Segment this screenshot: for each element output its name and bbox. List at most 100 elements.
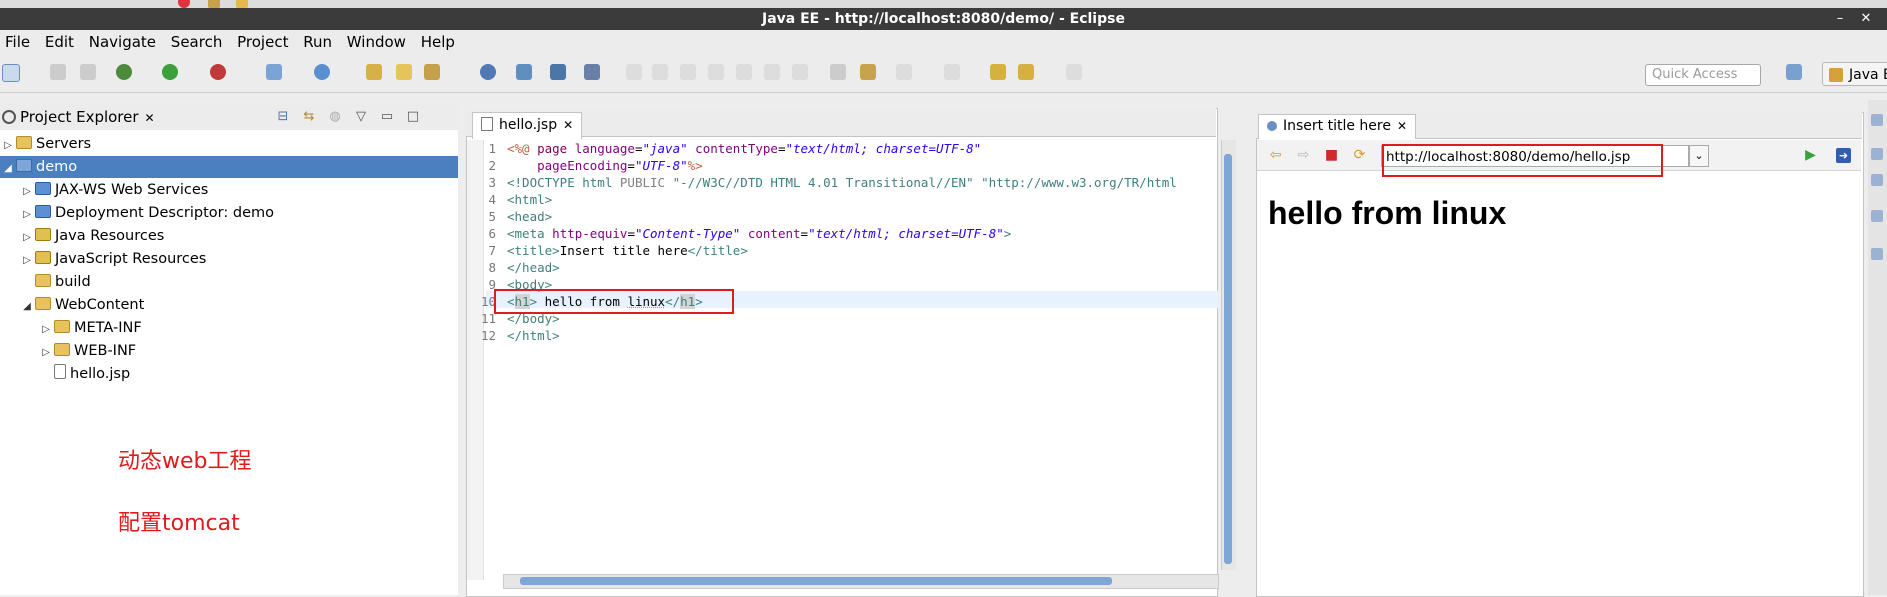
- open-type-icon[interactable]: [366, 64, 382, 80]
- filter-icon[interactable]: ◍: [322, 109, 348, 124]
- folder-icon: [54, 320, 70, 333]
- collapse-all-icon[interactable]: ⊟: [270, 109, 296, 124]
- tree-item-label: Servers: [36, 136, 92, 152]
- pin-icon[interactable]: [584, 64, 600, 80]
- save-icon[interactable]: [50, 64, 66, 80]
- forward-icon[interactable]: ⇨: [1296, 148, 1311, 163]
- menu-search[interactable]: Search: [166, 30, 228, 54]
- last-edit-icon[interactable]: [990, 64, 1006, 80]
- minimize-view-icon[interactable]: ▭: [374, 109, 400, 124]
- code-line-6[interactable]: <meta http-equiv="Content-Type" content=…: [507, 226, 1011, 241]
- new-icon[interactable]: [2, 64, 20, 82]
- editor-vertical-scroll-thumb[interactable]: [1224, 154, 1232, 564]
- editor-horizontal-scroll-thumb[interactable]: [520, 577, 1112, 585]
- refresh-icon[interactable]: ⟳: [1352, 148, 1367, 163]
- tree-item[interactable]: hello.jsp: [0, 363, 458, 385]
- open-external-browser-icon[interactable]: ➜: [1836, 148, 1851, 163]
- tree-item[interactable]: ◢ demo: [0, 156, 458, 178]
- code-line-2[interactable]: pageEncoding="UTF-8"%>: [507, 158, 703, 173]
- annotation-configure-tomcat: 配置tomcat: [118, 511, 240, 536]
- tab-insert-title-here[interactable]: Insert title here ✕: [1258, 114, 1417, 139]
- menu-bar: File Edit Navigate Search Project Run Wi…: [0, 30, 1887, 54]
- toggle-mark-icon[interactable]: [830, 64, 846, 80]
- disabled-tool-icon: [708, 64, 724, 80]
- console-view-icon[interactable]: [1871, 248, 1883, 260]
- folder-icon: [35, 274, 51, 287]
- restore-icon[interactable]: [1871, 114, 1883, 126]
- collapsed-arrow-icon[interactable]: ▷: [21, 227, 33, 249]
- folder-icon: [16, 136, 32, 149]
- save-all-icon[interactable]: [80, 64, 96, 80]
- tree-item[interactable]: build: [0, 271, 458, 293]
- menu-edit[interactable]: Edit: [40, 30, 79, 54]
- collapsed-arrow-icon[interactable]: ▷: [40, 342, 52, 364]
- go-icon[interactable]: ▶: [1803, 148, 1818, 163]
- expanded-arrow-icon[interactable]: ◢: [2, 158, 14, 180]
- collapsed-arrow-icon[interactable]: ▷: [21, 250, 33, 272]
- code-line-3[interactable]: <!DOCTYPE html PUBLIC "-//W3C//DTD HTML …: [507, 175, 1177, 190]
- task-list-icon[interactable]: [1871, 174, 1883, 186]
- code-line-4[interactable]: <html>: [507, 192, 552, 207]
- open-console-icon[interactable]: [550, 64, 566, 80]
- link-editor-icon[interactable]: ⇆: [296, 109, 322, 124]
- code-line-1[interactable]: <%@ page language="java" contentType="te…: [507, 141, 981, 156]
- quick-access-input[interactable]: Quick Access: [1645, 64, 1761, 86]
- close-window-button[interactable]: ✕: [1853, 8, 1879, 30]
- maximize-view-icon[interactable]: □: [400, 109, 426, 124]
- minimize-button[interactable]: –: [1827, 8, 1853, 30]
- code-line-8[interactable]: </head>: [507, 260, 560, 275]
- external-tools-icon[interactable]: [210, 64, 226, 80]
- folder-icon: [54, 343, 70, 356]
- menu-file[interactable]: File: [0, 30, 35, 54]
- search-icon[interactable]: [516, 64, 532, 80]
- open-task-icon[interactable]: [424, 64, 440, 80]
- tree-item[interactable]: ▷ JAX-WS Web Services: [0, 179, 458, 201]
- url-history-dropdown[interactable]: ⌄: [1689, 145, 1709, 167]
- collapsed-arrow-icon[interactable]: ▷: [21, 181, 33, 203]
- line-number: 4: [488, 192, 496, 207]
- open-folder-icon[interactable]: [396, 64, 412, 80]
- disabled-tool-icon: [626, 64, 642, 80]
- tab-project-explorer[interactable]: Project Explorer ✕: [0, 106, 155, 128]
- menu-run[interactable]: Run: [298, 30, 337, 54]
- stop-icon[interactable]: ■: [1324, 148, 1339, 163]
- collapsed-arrow-icon[interactable]: ▷: [40, 319, 52, 341]
- build-icon[interactable]: [860, 64, 876, 80]
- view-menu-icon[interactable]: ▽: [348, 109, 374, 124]
- menu-help[interactable]: Help: [416, 30, 460, 54]
- new-server-icon[interactable]: [266, 64, 282, 80]
- code-line-12[interactable]: </html>: [507, 328, 560, 343]
- outline-view-icon[interactable]: [1871, 148, 1883, 160]
- tree-item[interactable]: ▷ Servers: [0, 133, 458, 155]
- open-perspective-icon[interactable]: [1786, 64, 1802, 80]
- menu-navigate[interactable]: Navigate: [84, 30, 161, 54]
- collapsed-arrow-icon[interactable]: ▷: [21, 204, 33, 226]
- java-ee-icon: [1829, 68, 1843, 82]
- code-line-5[interactable]: <head>: [507, 209, 552, 224]
- tab-hello-jsp[interactable]: hello.jsp ✕: [472, 112, 583, 139]
- tree-item-label: META-INF: [74, 320, 142, 336]
- debug-icon[interactable]: [116, 64, 132, 80]
- back-icon[interactable]: ⇦: [1268, 148, 1283, 163]
- perspective-java-ee[interactable]: Java EE: [1822, 62, 1887, 86]
- expanded-arrow-icon[interactable]: ◢: [21, 296, 33, 318]
- servers-view-icon[interactable]: [1871, 210, 1883, 222]
- collapsed-arrow-icon[interactable]: ▷: [2, 135, 14, 157]
- tree-item[interactable]: ▷ WEB-INF: [0, 340, 458, 362]
- tree-item[interactable]: ▷ Deployment Descriptor: demo: [0, 202, 458, 224]
- tree-item[interactable]: ◢ WebContent: [0, 294, 458, 316]
- globe-icon[interactable]: [480, 64, 496, 80]
- ws-icon: [35, 182, 51, 195]
- tree-item[interactable]: ▷ META-INF: [0, 317, 458, 339]
- tree-item[interactable]: ▷ Java Resources: [0, 225, 458, 247]
- code-line-7[interactable]: <title>Insert title here</title>: [507, 243, 748, 258]
- close-icon[interactable]: ✕: [1397, 119, 1407, 133]
- menu-project[interactable]: Project: [232, 30, 293, 54]
- close-icon[interactable]: ✕: [145, 111, 155, 125]
- tree-item[interactable]: ▷ JavaScript Resources: [0, 248, 458, 270]
- close-icon[interactable]: ✕: [563, 118, 573, 132]
- back-icon[interactable]: [1018, 64, 1034, 80]
- run-icon[interactable]: [162, 64, 178, 80]
- menu-window[interactable]: Window: [342, 30, 411, 54]
- new-class-icon[interactable]: [314, 64, 330, 80]
